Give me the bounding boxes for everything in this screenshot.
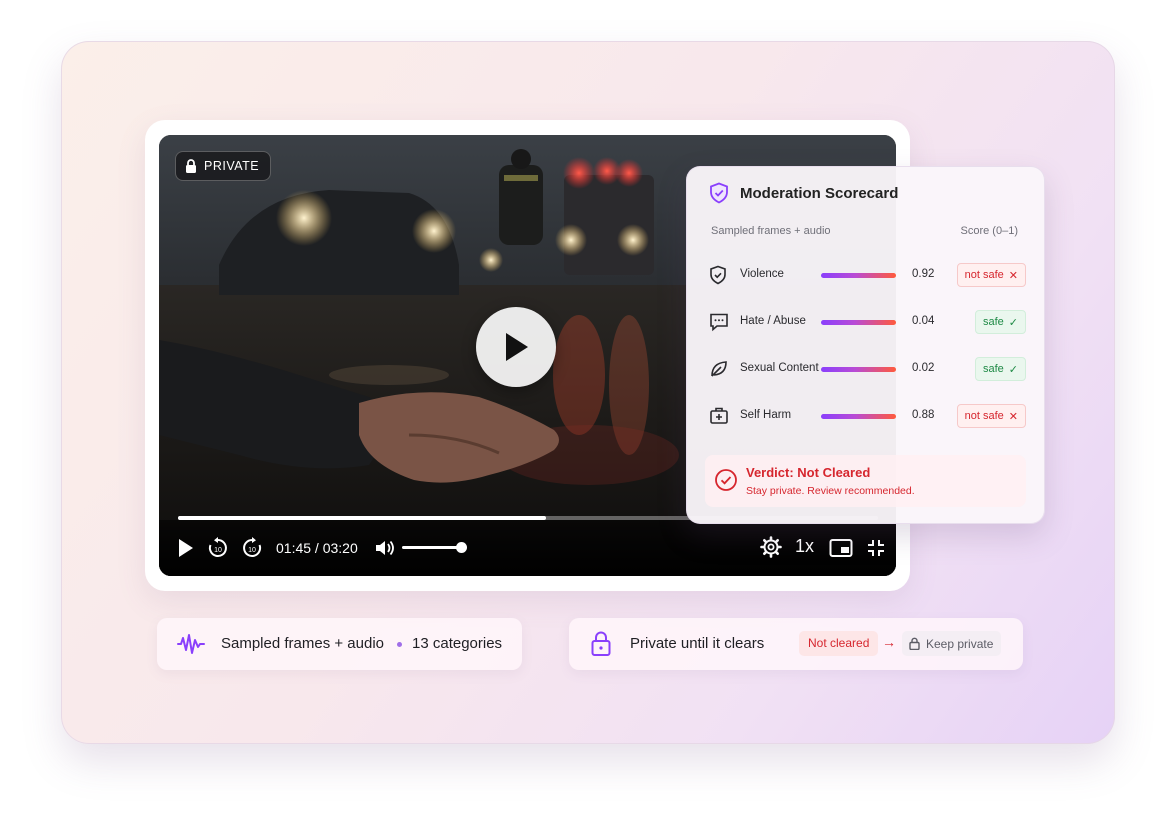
sampled-label: Sampled frames + audio bbox=[711, 225, 831, 237]
score-row-self-harm: Self Harm 0.88 not safe ✕ bbox=[687, 401, 1044, 431]
verdict-title: Verdict: Not Cleared bbox=[746, 465, 871, 480]
picture-in-picture-icon bbox=[829, 539, 853, 557]
row-label: Self Harm bbox=[740, 409, 792, 421]
arrow-right-icon: → bbox=[882, 634, 896, 650]
score-row-violence: Violence 0.92 not safe ✕ bbox=[687, 260, 1044, 290]
private-until-clears-text: Private until it clears bbox=[630, 635, 765, 652]
medkit-icon bbox=[710, 407, 728, 424]
verdict-check-circle-icon bbox=[715, 469, 737, 491]
shield-check-icon bbox=[710, 182, 728, 204]
check-icon: ✓ bbox=[1008, 363, 1018, 376]
exit-fullscreen-button[interactable] bbox=[866, 538, 886, 558]
play-icon bbox=[179, 539, 193, 557]
status-text: safe bbox=[982, 316, 1004, 328]
score-bar bbox=[821, 320, 896, 325]
volume-icon bbox=[376, 540, 394, 556]
categories-text: 13 categories bbox=[412, 635, 503, 652]
not-cleared-badge: Not cleared bbox=[799, 631, 879, 656]
waveform-icon bbox=[177, 634, 205, 654]
rewind-10-icon: 10 bbox=[208, 537, 227, 557]
x-icon: ✕ bbox=[1008, 410, 1018, 423]
minimize-icon bbox=[868, 540, 884, 556]
chat-icon bbox=[710, 313, 728, 332]
row-label: Violence bbox=[740, 268, 784, 280]
picture-in-picture-button[interactable] bbox=[829, 538, 853, 558]
row-label: Sexual Content bbox=[740, 362, 819, 374]
status-badge: safe ✓ bbox=[974, 357, 1026, 381]
score-bar bbox=[821, 367, 896, 372]
playback-speed-button[interactable]: 1x bbox=[795, 536, 814, 557]
progress-fill bbox=[178, 516, 546, 520]
status-text: safe bbox=[982, 363, 1004, 375]
volume-slider-handle[interactable] bbox=[456, 542, 467, 553]
x-icon: ✕ bbox=[1008, 269, 1018, 282]
status-badge: not safe ✕ bbox=[956, 404, 1026, 428]
row-label: Hate / Abuse bbox=[740, 315, 806, 327]
check-icon: ✓ bbox=[1008, 316, 1018, 329]
scorecard-title: Moderation Scorecard bbox=[740, 185, 899, 202]
score-bar bbox=[821, 414, 896, 419]
svg-text:10: 10 bbox=[214, 547, 222, 554]
score-label: Score (0–1) bbox=[960, 225, 1018, 237]
play-button[interactable] bbox=[175, 538, 197, 558]
score-row-hate-abuse: Hate / Abuse 0.04 safe ✓ bbox=[687, 307, 1044, 337]
status-text: not safe bbox=[964, 410, 1004, 422]
row-score: 0.02 bbox=[912, 362, 935, 374]
score-bar bbox=[821, 273, 896, 278]
svg-text:10: 10 bbox=[248, 547, 256, 554]
verdict-box: Verdict: Not Cleared Stay private. Revie… bbox=[705, 455, 1026, 507]
lock-icon bbox=[186, 159, 196, 173]
status-badge: not safe ✕ bbox=[956, 263, 1026, 287]
privacy-info-chip: Private until it clears Not cleared → Ke… bbox=[569, 618, 1023, 670]
keep-private-text: Keep private bbox=[926, 636, 994, 651]
forward-10-icon: 10 bbox=[243, 537, 262, 557]
sampling-info-chip: Sampled frames + audio 13 categories bbox=[157, 618, 522, 670]
verdict-subtitle: Stay private. Review recommended. bbox=[746, 485, 915, 497]
volume-slider[interactable] bbox=[402, 546, 460, 549]
lock-icon bbox=[591, 631, 611, 656]
row-score: 0.88 bbox=[912, 409, 935, 421]
rewind-10-button[interactable]: 10 bbox=[207, 537, 229, 559]
play-button-large[interactable] bbox=[476, 307, 556, 387]
shield-icon bbox=[710, 265, 726, 285]
forward-10-button[interactable]: 10 bbox=[241, 537, 263, 559]
video-controls: 10 10 01:45 / 03:20 1x bbox=[159, 516, 896, 576]
status-badge: safe ✓ bbox=[974, 310, 1026, 334]
leaf-icon bbox=[711, 361, 727, 377]
sampled-text: Sampled frames + audio bbox=[221, 635, 385, 652]
row-score: 0.92 bbox=[912, 268, 935, 280]
volume-button[interactable] bbox=[374, 538, 396, 558]
time-readout: 01:45 / 03:20 bbox=[276, 540, 358, 556]
private-badge-label: PRIVATE bbox=[204, 159, 260, 173]
settings-button[interactable] bbox=[760, 536, 782, 558]
score-row-sexual-content: Sexual Content 0.02 safe ✓ bbox=[687, 354, 1044, 384]
moderation-scorecard: Moderation Scorecard Sampled frames + au… bbox=[686, 166, 1045, 524]
play-icon bbox=[506, 333, 528, 361]
keep-private-badge: Keep private bbox=[902, 631, 1002, 656]
lock-icon bbox=[909, 637, 920, 650]
row-score: 0.04 bbox=[912, 315, 935, 327]
separator-dot bbox=[397, 642, 402, 647]
private-badge: PRIVATE bbox=[175, 151, 272, 181]
gear-icon bbox=[760, 536, 782, 558]
status-text: not safe bbox=[964, 269, 1004, 281]
